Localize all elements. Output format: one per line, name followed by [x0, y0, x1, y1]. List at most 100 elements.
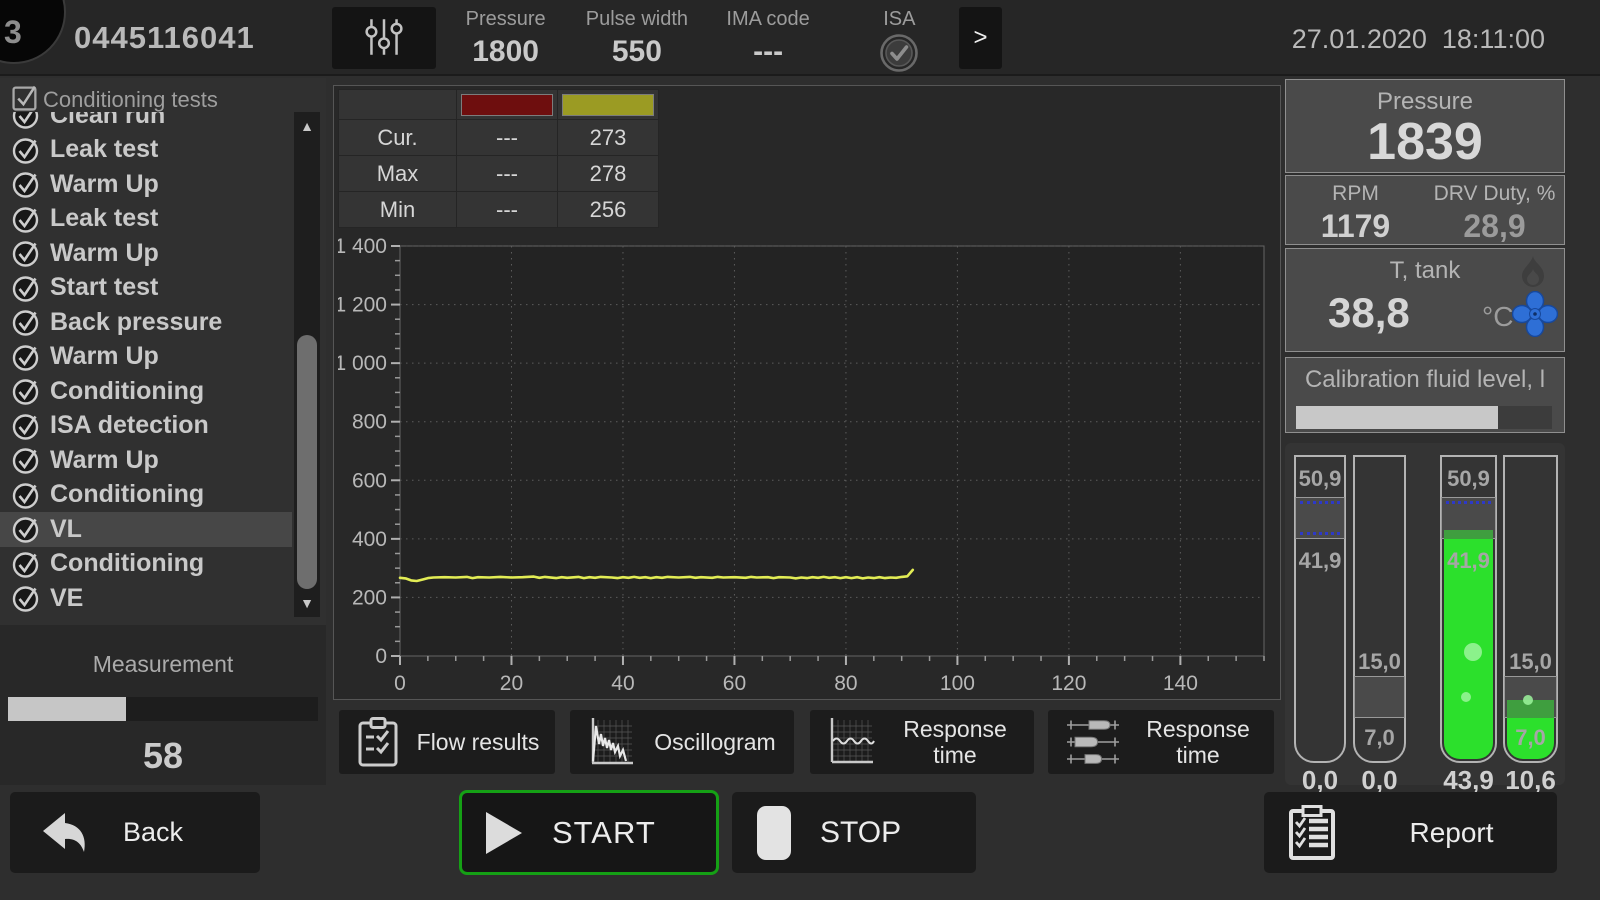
fluid-level-label: Calibration fluid level, l	[1286, 358, 1564, 394]
item-check-icon	[12, 549, 42, 579]
back-arrow-icon	[35, 807, 93, 859]
start-label: START	[552, 815, 656, 851]
flow-results-button[interactable]: Flow results	[339, 710, 555, 774]
bubble	[1461, 692, 1471, 702]
oscillogram-icon	[586, 716, 636, 768]
back-label: Back	[123, 817, 183, 848]
stop-button[interactable]: STOP	[732, 792, 976, 873]
item-check-icon	[12, 135, 42, 165]
param-label: ISA	[834, 8, 965, 31]
view-button-label: Response time	[876, 716, 1034, 769]
drv-duty-label: DRV Duty, %	[1425, 182, 1564, 206]
test-item-label: Warm Up	[50, 342, 159, 371]
test-item-conditioning[interactable]: Conditioning	[0, 374, 292, 409]
stats-corner-cell	[339, 90, 457, 120]
response-time-button[interactable]: Response time	[810, 710, 1034, 774]
test-item-leak-test[interactable]: Leak test	[0, 133, 292, 168]
test-item-conditioning[interactable]: Conditioning	[0, 478, 292, 513]
start-button[interactable]: START	[459, 790, 719, 875]
svg-text:100: 100	[940, 672, 975, 695]
stats-cell: ---	[457, 156, 558, 192]
back-button[interactable]: Back	[10, 792, 260, 873]
check-circle-icon	[834, 33, 965, 78]
test-item-label: Warm Up	[50, 446, 159, 475]
pressure-value: 1839	[1286, 112, 1564, 172]
response-time-alt-button[interactable]: Response time	[1048, 710, 1274, 774]
scroll-up-button[interactable]: ▲	[294, 112, 320, 140]
fluid-level-bar	[1296, 406, 1552, 429]
item-check-icon	[12, 583, 42, 613]
series-stats-table: Cur.---273Max---278Min---256	[338, 89, 659, 228]
svg-text:40: 40	[611, 672, 634, 695]
gauge-top-label: 50,9	[1296, 466, 1344, 492]
test-item-label: Conditioning	[50, 480, 204, 509]
expand-params-button[interactable]: >	[959, 7, 1002, 69]
test-item-back-pressure[interactable]: Back pressure	[0, 305, 292, 340]
report-label: Report	[1346, 817, 1557, 849]
scroll-down-button[interactable]: ▼	[294, 589, 320, 617]
param-ima-code: IMA code---	[703, 0, 834, 76]
test-item-label: Back pressure	[50, 308, 222, 337]
heater-flame-icon	[1518, 255, 1548, 296]
svg-text:400: 400	[352, 528, 387, 551]
test-item-label: Start test	[50, 273, 158, 302]
series-color-header	[558, 90, 659, 120]
cooling-fan-icon[interactable]	[1512, 291, 1558, 342]
test-item-clean-run[interactable]: Clean run	[0, 112, 292, 133]
injectors-icon	[1064, 716, 1122, 768]
item-check-icon	[12, 445, 42, 475]
param-label: Pressure	[440, 8, 571, 31]
test-item-isa-detection[interactable]: ISA detection	[0, 409, 292, 444]
item-check-icon	[12, 238, 42, 268]
test-item-ve[interactable]: VE	[0, 581, 292, 616]
svg-text:0: 0	[394, 672, 406, 695]
measurement-title: Measurement	[0, 625, 326, 678]
svg-text:60: 60	[723, 672, 746, 695]
svg-text:20: 20	[500, 672, 523, 695]
oscillogram-button[interactable]: Oscillogram	[570, 710, 794, 774]
item-check-icon	[12, 376, 42, 406]
test-item-conditioning[interactable]: Conditioning	[0, 547, 292, 582]
stop-square-icon	[756, 805, 792, 861]
param-label: Pulse width	[571, 8, 702, 31]
gauges-panel: 50,941,90,015,07,00,050,941,943,915,07,0…	[1285, 443, 1565, 785]
svg-text:1 200: 1 200	[338, 294, 387, 317]
gauge-4: 15,07,010,6	[1503, 443, 1558, 785]
test-item-warm-up[interactable]: Warm Up	[0, 167, 292, 202]
scrollbar-thumb[interactable]	[297, 335, 317, 589]
param-pressure: Pressure1800	[440, 0, 571, 76]
test-item-vl[interactable]: VL	[0, 512, 292, 547]
test-list-scrollbar[interactable]: ▲ ▼	[294, 112, 320, 617]
gauge-bottom-label: 41,9	[1442, 548, 1495, 574]
view-button-label: Response time	[1122, 716, 1274, 769]
report-button[interactable]: Report	[1264, 792, 1557, 873]
stats-row: Min---256	[339, 192, 659, 228]
test-item-label: Conditioning	[50, 549, 204, 578]
view-button-label: Oscillogram	[636, 729, 794, 755]
test-parameters-button[interactable]	[332, 7, 436, 69]
play-icon	[484, 810, 524, 856]
rpm-label: RPM	[1286, 182, 1425, 206]
fluid-level-fill	[1296, 406, 1498, 429]
test-item-label: Conditioning	[50, 377, 204, 406]
test-item-warm-up[interactable]: Warm Up	[0, 340, 292, 375]
gauge-tube: 50,9 41,9	[1440, 455, 1497, 763]
test-item-leak-test[interactable]: Leak test	[0, 202, 292, 237]
corner-badge[interactable]: 3	[0, 0, 66, 64]
gauge-bottom-label: 41,9	[1296, 548, 1344, 574]
svg-text:1 000: 1 000	[338, 352, 387, 375]
item-check-icon	[12, 514, 42, 544]
test-item-warm-up[interactable]: Warm Up	[0, 443, 292, 478]
svg-text:80: 80	[834, 672, 857, 695]
series-color-header	[457, 90, 558, 120]
gauge-1: 50,941,90,0	[1294, 443, 1346, 785]
svg-text:0: 0	[375, 645, 387, 668]
tank-temp-panel: T, tank 38,8 °C	[1285, 248, 1565, 352]
chart-panel: Cur.---273Max---278Min---256 02004006008…	[333, 85, 1281, 700]
stats-row-label: Max	[339, 156, 457, 192]
test-item-start-test[interactable]: Start test	[0, 271, 292, 306]
test-item-warm-up[interactable]: Warm Up	[0, 236, 292, 271]
stats-cell: 256	[558, 192, 659, 228]
gauge-tube: 15,07,0	[1353, 455, 1406, 763]
gauge-top-label: 50,9	[1442, 466, 1495, 492]
